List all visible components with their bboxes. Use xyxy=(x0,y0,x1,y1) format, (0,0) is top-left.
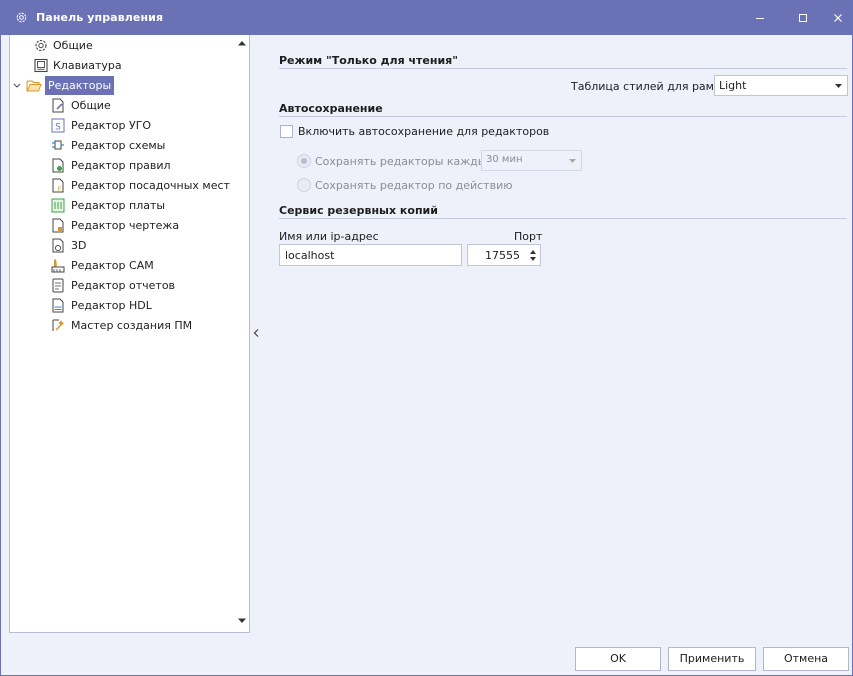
tree-item-label: 3D xyxy=(71,239,87,252)
section-divider xyxy=(279,218,847,219)
footprint-editor-icon: F xyxy=(52,178,64,193)
document-edit-icon xyxy=(52,98,64,113)
apply-button[interactable]: Применить xyxy=(668,647,756,671)
hdl-editor-icon xyxy=(52,298,64,313)
tree-item-label: Мастер создания ПМ xyxy=(71,319,193,332)
report-editor-icon xyxy=(52,278,64,293)
cancel-button[interactable]: Отмена xyxy=(763,647,849,671)
section-title-readonly: Режим "Только для чтения" xyxy=(279,54,458,67)
pcb-editor-icon xyxy=(51,198,65,213)
title-bar: Панель управления xyxy=(1,1,852,35)
host-label: Имя или ip-адрес xyxy=(279,230,379,243)
collapse-panel-icon[interactable] xyxy=(252,328,260,338)
tree-item-label: Редактор чертежа xyxy=(71,219,180,232)
save-by-action-label[interactable]: Сохранять редактор по действию xyxy=(315,179,512,192)
rules-editor-icon xyxy=(52,158,64,173)
section-divider xyxy=(279,68,847,69)
chevron-down-icon[interactable] xyxy=(12,76,22,95)
close-icon xyxy=(834,14,842,22)
chevron-down-icon xyxy=(835,84,842,88)
tree-item-label: Редактор правил xyxy=(71,159,171,172)
chevron-down-icon xyxy=(569,159,576,163)
stepper-up-icon[interactable] xyxy=(530,250,536,254)
wizard-icon xyxy=(52,319,64,331)
section-divider xyxy=(279,116,847,117)
settings-tree: Общие Клавиатура Редакторы Общие S Редак… xyxy=(9,35,250,633)
stepper-down-icon[interactable] xyxy=(530,257,536,261)
port-label: Порт xyxy=(514,230,543,243)
stylesheet-select[interactable]: Light xyxy=(714,75,848,96)
control-panel-window: Панель управления Общие Клавиатура Редак… xyxy=(0,0,853,676)
svg-text:S: S xyxy=(55,123,61,133)
schematic-editor-icon xyxy=(52,140,64,150)
ok-button[interactable]: OK xyxy=(575,647,661,671)
scroll-down-icon[interactable] xyxy=(237,617,247,625)
tree-item-label: Редактор платы xyxy=(71,199,166,212)
drawing-editor-icon xyxy=(52,218,64,233)
svg-text:F: F xyxy=(58,186,62,193)
keyboard-icon xyxy=(34,58,48,73)
gear-icon xyxy=(35,39,47,52)
gear-icon xyxy=(16,12,27,23)
tree-item-label: Редакторы xyxy=(45,76,115,95)
autosave-checkbox-label[interactable]: Включить автосохранение для редакторов xyxy=(298,125,549,138)
save-interval-value: 30 мин xyxy=(486,154,523,165)
close-button[interactable] xyxy=(823,6,853,30)
symbol-editor-icon: S xyxy=(51,118,65,133)
section-title-autosave: Автосохранение xyxy=(279,102,383,115)
tree-item-label: Редактор схемы xyxy=(71,139,166,152)
tree-item-label: Редактор CAM xyxy=(71,259,154,272)
stylesheet-label: Таблица стилей для рамки: xyxy=(571,80,732,93)
stylesheet-value: Light xyxy=(719,79,747,92)
port-value: 17555 xyxy=(485,249,520,262)
tree-item-label: Общие xyxy=(53,39,93,52)
tree-item-label: Редактор отчетов xyxy=(71,279,176,292)
window-title: Панель управления xyxy=(36,11,164,24)
save-every-radio[interactable] xyxy=(297,154,311,168)
save-by-action-radio[interactable] xyxy=(297,178,311,192)
folder-open-icon xyxy=(26,80,42,92)
port-stepper[interactable]: 17555 xyxy=(467,244,541,266)
tree-item-label: Редактор HDL xyxy=(71,299,152,312)
host-value: localhost xyxy=(285,249,335,262)
minimize-icon xyxy=(756,18,764,19)
tree-item-label: Клавиатура xyxy=(53,59,122,72)
tree-item-label: Редактор посадочных мест xyxy=(71,179,230,192)
save-interval-select[interactable]: 30 мин xyxy=(481,150,582,171)
maximize-icon xyxy=(799,14,807,22)
minimize-button[interactable] xyxy=(745,6,775,30)
save-every-label[interactable]: Сохранять редакторы каждые xyxy=(315,155,493,168)
tree-item-label: Редактор УГО xyxy=(71,119,152,132)
tree-item-label: Общие xyxy=(71,99,111,112)
host-input[interactable]: localhost xyxy=(279,244,462,266)
maximize-button[interactable] xyxy=(788,6,818,30)
section-title-backup: Сервис резервных копий xyxy=(279,204,438,217)
scroll-up-icon[interactable] xyxy=(237,39,247,47)
autosave-checkbox[interactable] xyxy=(280,125,293,138)
cam-editor-icon xyxy=(51,259,65,273)
3d-icon xyxy=(52,238,64,253)
